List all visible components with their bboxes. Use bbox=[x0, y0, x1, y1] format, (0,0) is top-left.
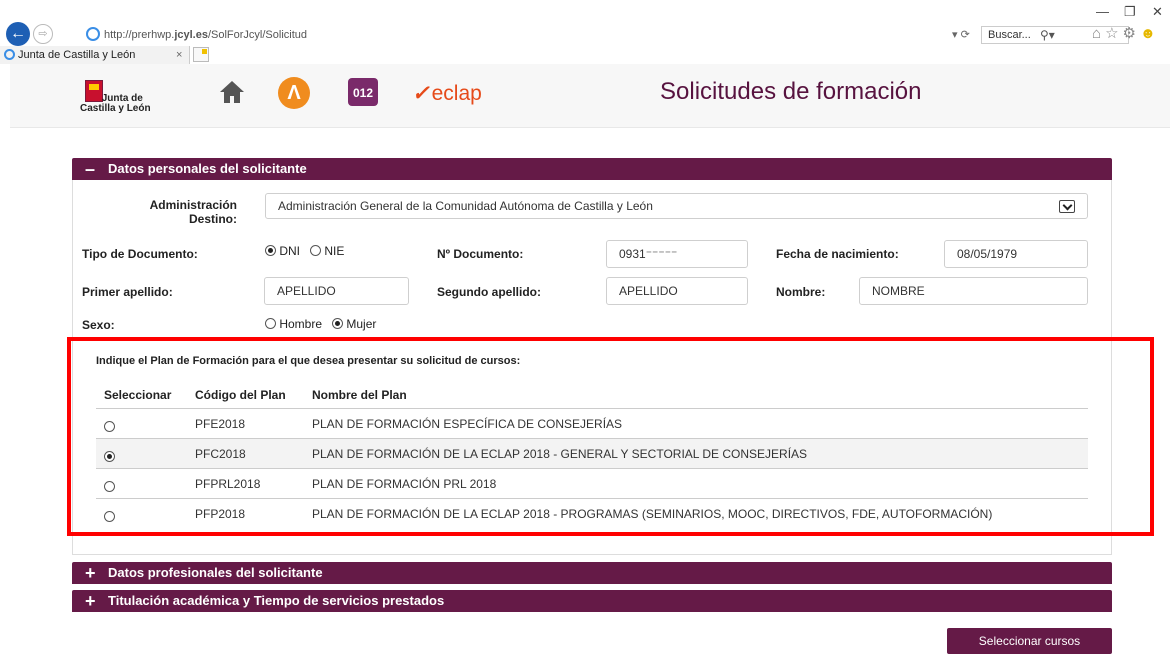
seleccionar-cursos-button[interactable]: Seleccionar cursos bbox=[947, 628, 1112, 654]
search-icon[interactable]: ⚲▾ bbox=[1040, 26, 1055, 44]
radio-dni[interactable] bbox=[265, 245, 276, 256]
refresh-icon[interactable]: ▾ ⟳ bbox=[952, 26, 970, 44]
radio-nie-label: NIE bbox=[324, 244, 345, 258]
panel-datos-personales[interactable]: – Datos personales del solicitante bbox=[72, 158, 1112, 180]
num-documento-field[interactable]: 0931⁻⁻⁻⁻⁻ bbox=[606, 240, 748, 268]
ai-portal-icon[interactable]: Λ bbox=[278, 77, 310, 109]
segundo-apellido-field[interactable]: APELLIDO bbox=[606, 277, 748, 305]
browser-tab[interactable]: Junta de Castilla y León × bbox=[0, 46, 190, 64]
012-service-icon[interactable]: 012 bbox=[348, 78, 378, 106]
url-prefix: http://prerhwp. bbox=[104, 29, 175, 41]
expand-icon[interactable]: + bbox=[85, 590, 96, 612]
junta-logo[interactable]: Junta de Castilla y León bbox=[80, 94, 151, 114]
url-domain: jcyl.es bbox=[174, 29, 208, 41]
browser-chrome: ← ⇨ http://prerhwp.jcyl.es/SolForJcyl/So… bbox=[0, 0, 1170, 64]
admin-destino-label: Administración Destino: bbox=[144, 198, 237, 226]
radio-dni-label: DNI bbox=[279, 244, 301, 258]
maximize-icon[interactable]: ❐ bbox=[1124, 4, 1136, 20]
eclap-mark-icon: ✓ bbox=[412, 82, 430, 105]
collapse-icon[interactable]: – bbox=[85, 158, 95, 180]
close-window-icon[interactable]: ✕ bbox=[1152, 4, 1163, 20]
logo-line-2: Castilla y León bbox=[80, 103, 151, 114]
expand-icon[interactable]: + bbox=[85, 562, 96, 584]
panel-titulacion[interactable]: + Titulación académica y Tiempo de servi… bbox=[72, 590, 1112, 612]
radio-mujer-label: Mujer bbox=[346, 317, 377, 331]
num-documento-label: Nº Documento: bbox=[437, 247, 524, 261]
radio-hombre[interactable] bbox=[265, 318, 276, 329]
tipo-documento-label: Tipo de Documento: bbox=[82, 247, 198, 261]
sexo-radio-group: Hombre Mujer bbox=[265, 317, 376, 331]
tipo-doc-radio-group: DNI NIE bbox=[265, 244, 344, 258]
nombre-field[interactable]: NOMBRE bbox=[859, 277, 1088, 305]
radio-hombre-label: Hombre bbox=[279, 317, 323, 331]
feedback-icon[interactable]: ☻ bbox=[1140, 25, 1160, 42]
eclap-text: eclap bbox=[431, 82, 482, 105]
settings-icon[interactable]: ⚙ bbox=[1123, 25, 1140, 42]
back-arrow-icon[interactable]: ← bbox=[6, 22, 30, 46]
panel-title: Datos profesionales del solicitante bbox=[108, 565, 323, 580]
primer-apellido-field[interactable]: APELLIDO bbox=[264, 277, 409, 305]
tab-close-icon[interactable]: × bbox=[176, 46, 182, 64]
admin-destino-select[interactable]: Administración General de la Comunidad A… bbox=[265, 193, 1088, 219]
tab-title: Junta de Castilla y León bbox=[18, 49, 136, 61]
segundo-apellido-label: Segundo apellido: bbox=[437, 285, 541, 299]
admin-label-line2: Destino: bbox=[189, 212, 237, 226]
page-title: Solicitudes de formación bbox=[660, 78, 922, 105]
chevron-down-icon[interactable] bbox=[1059, 200, 1075, 213]
site-header bbox=[10, 64, 1170, 128]
eclap-logo[interactable]: ✓eclap bbox=[412, 82, 482, 106]
radio-nie[interactable] bbox=[310, 245, 322, 256]
highlight-box bbox=[67, 337, 1154, 536]
forward-arrow-icon[interactable]: ⇨ bbox=[33, 24, 53, 44]
radio-mujer[interactable] bbox=[332, 318, 344, 329]
nombre-label: Nombre: bbox=[776, 285, 826, 299]
sexo-label: Sexo: bbox=[82, 318, 115, 332]
minimize-icon[interactable]: — bbox=[1096, 4, 1109, 19]
home-toolbar-icon[interactable]: ⌂ bbox=[1092, 25, 1105, 42]
url-path: /SolForJcyl/Solicitud bbox=[207, 29, 308, 41]
address-bar[interactable]: http://prerhwp.jcyl.es/SolForJcyl/Solici… bbox=[58, 26, 778, 44]
admin-destino-value: Administración General de la Comunidad A… bbox=[278, 199, 653, 213]
toolbar-icons[interactable]: ⌂☆⚙☻ bbox=[1092, 24, 1160, 44]
tab-ie-icon bbox=[4, 49, 15, 60]
home-icon[interactable] bbox=[218, 78, 246, 106]
panel-datos-profesionales[interactable]: + Datos profesionales del solicitante bbox=[72, 562, 1112, 584]
favorites-icon[interactable]: ☆ bbox=[1105, 25, 1122, 42]
admin-label-line1: Administración bbox=[149, 198, 237, 212]
ie-icon bbox=[86, 27, 100, 41]
fecha-nacimiento-label: Fecha de nacimiento: bbox=[776, 247, 899, 261]
panel-title: Titulación académica y Tiempo de servici… bbox=[108, 593, 445, 608]
fecha-nacimiento-field[interactable]: 08/05/1979 bbox=[944, 240, 1088, 268]
primer-apellido-label: Primer apellido: bbox=[82, 285, 173, 299]
new-tab-icon[interactable] bbox=[193, 47, 209, 62]
panel-title: Datos personales del solicitante bbox=[108, 161, 307, 176]
